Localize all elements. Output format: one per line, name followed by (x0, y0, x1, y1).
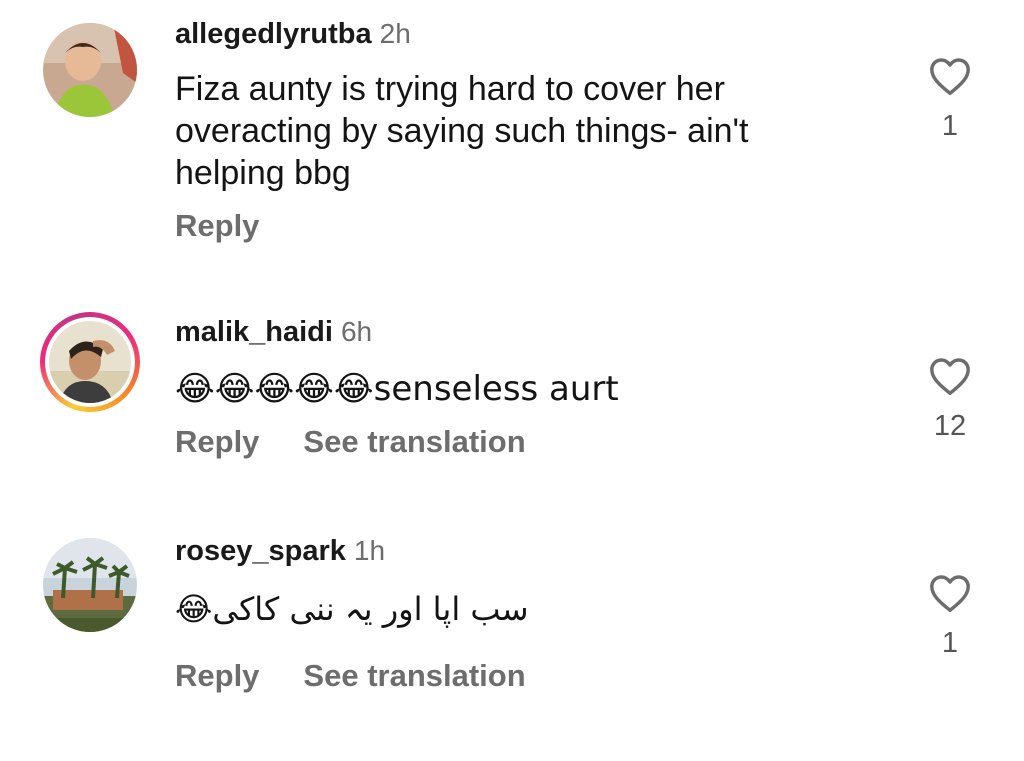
comment-actions: Reply See translation (175, 658, 526, 694)
avatar[interactable] (40, 20, 140, 120)
see-translation-button[interactable]: See translation (303, 658, 525, 693)
heart-outline-icon[interactable] (928, 573, 972, 613)
comment-text: Fiza aunty is trying hard to cover her o… (175, 70, 749, 192)
heart-outline-icon[interactable] (928, 56, 972, 96)
like-control: 12 (920, 356, 980, 443)
see-translation-button[interactable]: See translation (303, 424, 525, 459)
avatar[interactable] (40, 535, 140, 635)
timestamp: 1h (353, 535, 386, 566)
like-control: 1 (920, 56, 980, 143)
like-count: 1 (941, 627, 959, 659)
comment-actions: Reply (175, 208, 259, 244)
avatar-image (49, 321, 131, 403)
comment-text-content: 😂😂😂😂😂senseless aurt (175, 369, 619, 409)
heart-outline-icon[interactable] (928, 356, 972, 396)
avatar-image (43, 23, 137, 117)
like-count: 12 (933, 410, 967, 442)
timestamp: 2h (379, 18, 411, 49)
username[interactable]: allegedlyrutba (175, 18, 372, 50)
avatar-image (43, 538, 137, 632)
comment-text: 😂😂😂😂😂senseless aurt (175, 368, 895, 410)
like-control: 1 (920, 573, 980, 660)
comment-header: malik_haidi 6h (175, 315, 372, 349)
comment-header: rosey_spark 1h (175, 534, 385, 568)
like-count: 1 (941, 110, 959, 142)
avatar-story-ring[interactable] (40, 312, 140, 412)
reply-button[interactable]: Reply (175, 424, 259, 459)
comment-text-content: سب اپا اور یہ ننی کاکی😂 (175, 590, 529, 628)
username[interactable]: malik_haidi (175, 316, 333, 348)
comment-header: allegedlyrutba 2h (175, 17, 411, 51)
timestamp: 6h (340, 316, 373, 347)
username[interactable]: rosey_spark (175, 535, 346, 567)
comment-actions: Reply See translation (175, 424, 526, 460)
comment-text: سب اپا اور یہ ننی کاکی😂 (175, 588, 695, 630)
reply-button[interactable]: Reply (175, 208, 259, 243)
reply-button[interactable]: Reply (175, 658, 259, 693)
